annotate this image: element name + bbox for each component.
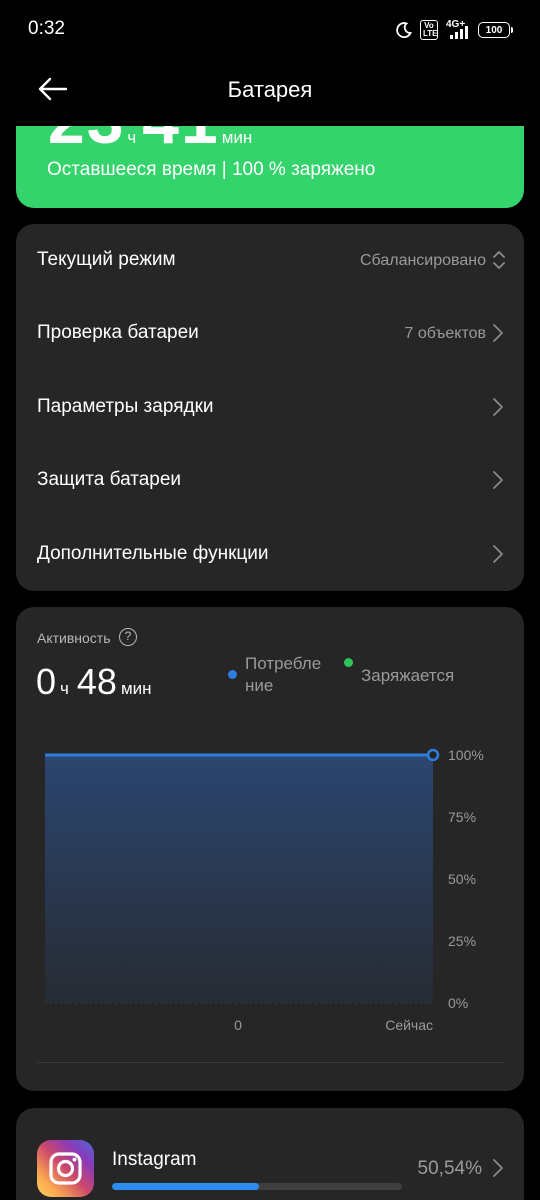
chevron-right-icon xyxy=(492,323,504,343)
x-tick-label: Сейчас xyxy=(385,1017,433,1033)
chevron-right-icon xyxy=(492,544,504,564)
minutes-unit: мин xyxy=(221,128,253,147)
remaining-subtitle: Оставшееся время | 100 % заряжено xyxy=(47,159,376,180)
settings-row-value: 7 объектов xyxy=(404,325,487,342)
settings-row-extra-functions[interactable]: Дополнительные функции xyxy=(16,518,524,591)
activity-time: 0 ч 48 мин xyxy=(36,661,160,703)
settings-row-label: Защита батареи xyxy=(37,469,182,490)
chart-point xyxy=(426,748,440,762)
battery-level-chart: 100% 75% 50% 25% 0% 0 Сейчас xyxy=(45,747,484,1033)
settings-row-charging-params[interactable]: Параметры зарядки xyxy=(16,371,524,444)
help-icon[interactable]: ? xyxy=(119,628,137,646)
y-tick-label: 0% xyxy=(448,995,468,1011)
battery-settings-card: Текущий режим Сбалансировано Проверка ба… xyxy=(16,224,524,591)
app-usage-card: Instagram 50,54% xyxy=(16,1108,524,1200)
legend-label: Потребле ние xyxy=(245,654,322,695)
settings-row-label: Проверка батареи xyxy=(37,322,199,343)
volte-icon: Vo LTE xyxy=(420,20,438,40)
x-tick-label: 0 xyxy=(234,1017,242,1033)
settings-row-current-mode[interactable]: Текущий режим Сбалансировано xyxy=(16,224,524,297)
activity-label: Активность xyxy=(37,630,111,646)
app-name[interactable]: Instagram xyxy=(112,1149,196,1171)
status-icons: Vo LTE 4G+ 100 xyxy=(396,18,513,42)
app-usage-bar xyxy=(112,1183,402,1190)
activity-hours: 0 xyxy=(36,661,57,702)
divider xyxy=(37,1062,503,1063)
instagram-icon[interactable] xyxy=(37,1140,94,1197)
y-tick-label: 50% xyxy=(448,871,476,887)
settings-row-value: Сбалансировано xyxy=(359,252,486,269)
chevron-right-icon xyxy=(492,470,504,490)
header: Батарея xyxy=(0,60,540,126)
page-title: Батарея xyxy=(227,77,313,102)
settings-row-label: Параметры зарядки xyxy=(37,396,214,417)
activity-minutes: 48 xyxy=(76,661,117,702)
chevron-right-icon[interactable] xyxy=(492,1158,504,1178)
y-tick-label: 100% xyxy=(448,747,484,763)
battery-icon: 100 xyxy=(478,22,513,38)
up-down-chevron-icon xyxy=(492,248,506,272)
activity-minutes-unit: мин xyxy=(120,679,152,698)
hours-unit: ч xyxy=(127,128,137,147)
moon-icon xyxy=(396,22,412,38)
activity-card: Активность ? 0 ч 48 мин Потребле ние Заряжа… xyxy=(16,607,524,1091)
settings-row-battery-check[interactable]: Проверка батареи 7 объектов xyxy=(16,297,524,370)
status-bar: 0:32 Vo LTE 4G+ 100 xyxy=(0,0,540,60)
legend-dot xyxy=(228,670,237,679)
activity-hours-unit: ч xyxy=(60,679,69,698)
settings-row-battery-protection[interactable]: Защита батареи xyxy=(16,444,524,517)
settings-row-label: Текущий режим xyxy=(37,249,176,270)
status-time: 0:32 xyxy=(28,18,65,39)
chevron-right-icon xyxy=(492,397,504,417)
legend-label: Заряжается xyxy=(361,666,455,685)
app-usage-percent: 50,54% xyxy=(417,1158,482,1179)
settings-row-label: Дополнительные функции xyxy=(37,543,269,564)
y-tick-label: 75% xyxy=(448,809,476,825)
chart-area xyxy=(45,755,433,1003)
signal-icon: 4G+ xyxy=(446,19,470,39)
legend-dot xyxy=(344,658,353,667)
app-usage-bar-fill xyxy=(112,1183,259,1190)
y-tick-label: 25% xyxy=(448,933,476,949)
